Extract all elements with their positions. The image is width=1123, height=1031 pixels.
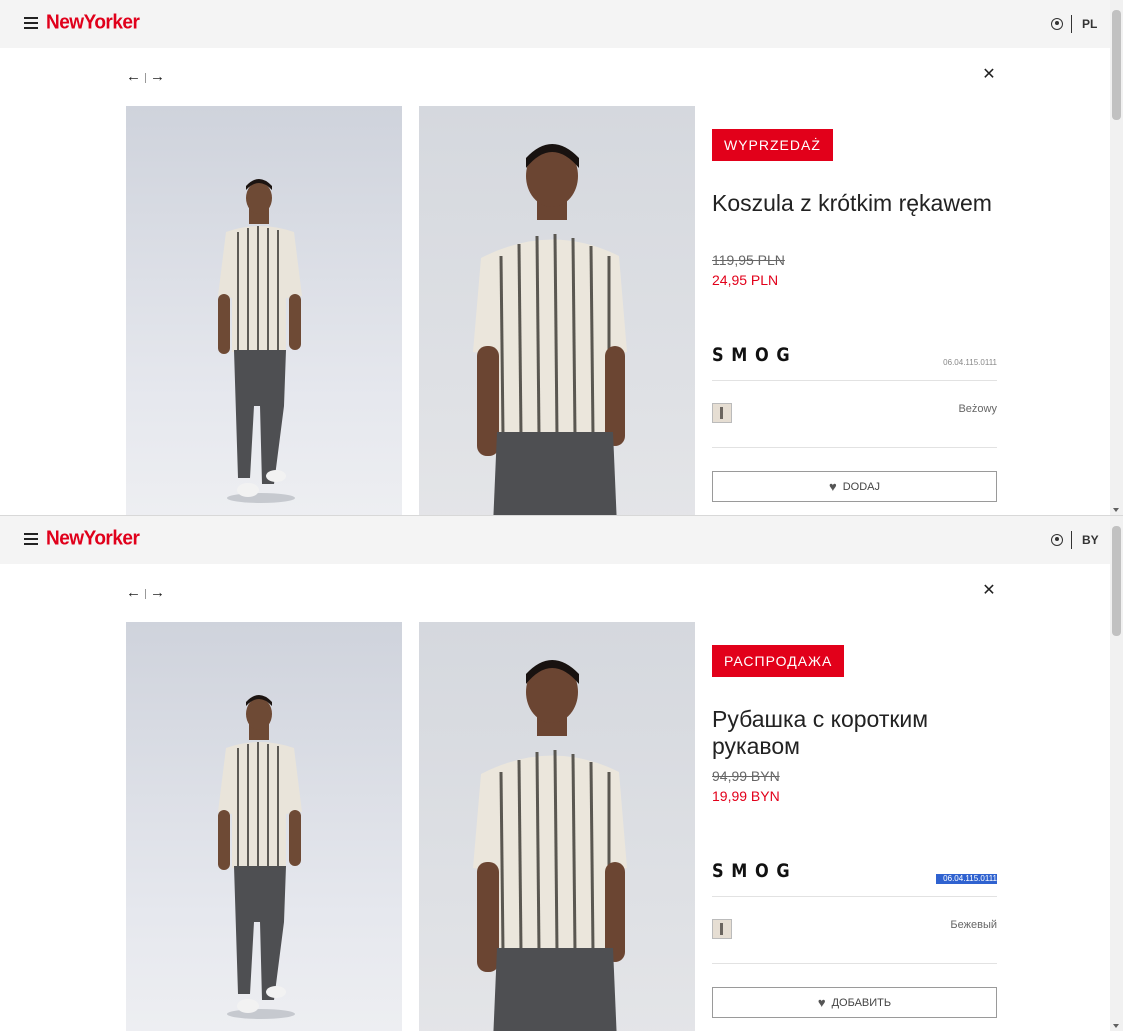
add-to-wishlist-button[interactable]: ♥ DODAJ <box>712 471 997 502</box>
menu-icon[interactable] <box>24 533 38 545</box>
product-sku: 06.04.115.0111 <box>936 874 997 884</box>
sale-price: 19,99 BYN <box>712 788 780 804</box>
sale-badge: WYPRZEDAŻ <box>712 129 833 161</box>
arrow-right-icon[interactable]: → <box>150 68 165 86</box>
menu-icon[interactable] <box>24 17 38 29</box>
brand-logo[interactable]: SMOG <box>712 344 797 366</box>
scroll-down-arrow-icon[interactable] <box>1113 1024 1119 1028</box>
brand-logo[interactable]: SMOG <box>712 860 797 882</box>
arrow-left-icon[interactable]: ← <box>126 584 141 602</box>
sale-price: 24,95 PLN <box>712 272 779 288</box>
old-price: 94,99 BYN <box>712 768 780 784</box>
add-to-wishlist-button[interactable]: ♥ ДОБАВИТЬ <box>712 987 997 1018</box>
newyorker-logo[interactable]: NewYorker <box>46 526 140 551</box>
sale-badge: РАСПРОДАЖА <box>712 645 845 677</box>
newyorker-logo[interactable]: NewYorker <box>46 10 140 35</box>
color-swatch[interactable] <box>712 403 732 423</box>
product-title: Koszula z krótkim rękawem <box>712 190 992 216</box>
product-photo-closeup[interactable] <box>419 106 695 515</box>
heart-icon: ♥ <box>817 995 826 1010</box>
heart-icon: ♥ <box>829 479 837 494</box>
divider <box>712 447 997 448</box>
product-photo-full-body[interactable] <box>126 622 402 1031</box>
site-header: NewYorker PL <box>0 0 1110 48</box>
header-divider <box>1071 15 1072 33</box>
product-window-by: NewYorker BY ← → ✕ РАСПРОДАЖА Рубашка с … <box>0 515 1123 1031</box>
product-title: Рубашка с коротким рукавом <box>712 706 929 759</box>
product-window-pl: NewYorker PL ← → ✕ WYPRZEDAŻ Koszula z k… <box>0 0 1123 515</box>
product-photo-closeup[interactable] <box>419 622 695 1031</box>
wishlist-button-label: DODAJ <box>842 480 880 493</box>
divider <box>712 380 997 381</box>
close-icon[interactable]: ✕ <box>981 582 997 600</box>
language-selector[interactable]: PL <box>1082 17 1097 31</box>
arrow-left-icon[interactable]: ← <box>126 68 141 86</box>
language-selector[interactable]: BY <box>1082 533 1099 547</box>
product-photo-full-body[interactable] <box>126 106 402 515</box>
user-icon[interactable] <box>1051 534 1063 546</box>
arrow-right-icon[interactable]: → <box>150 584 165 602</box>
header-divider <box>1071 531 1072 549</box>
color-name: Beżowy <box>958 403 997 415</box>
scroll-down-arrow-icon[interactable] <box>1113 508 1119 512</box>
divider <box>712 963 997 964</box>
product-sku: 06.04.115.0111 <box>943 358 997 367</box>
old-price: 119,95 PLN <box>712 252 785 268</box>
page-scrollbar[interactable] <box>1110 516 1123 1031</box>
color-name: Бежевый <box>950 919 997 931</box>
nav-divider <box>145 73 146 83</box>
nav-divider <box>145 589 146 599</box>
close-icon[interactable]: ✕ <box>981 66 997 84</box>
page-scrollbar[interactable] <box>1110 0 1123 515</box>
divider <box>712 896 997 897</box>
site-header: NewYorker BY <box>0 516 1110 564</box>
scrollbar-thumb[interactable] <box>1112 526 1121 636</box>
user-icon[interactable] <box>1051 18 1063 30</box>
color-swatch[interactable] <box>712 919 732 939</box>
wishlist-button-label: ДОБАВИТЬ <box>831 996 892 1009</box>
scrollbar-thumb[interactable] <box>1112 10 1121 120</box>
